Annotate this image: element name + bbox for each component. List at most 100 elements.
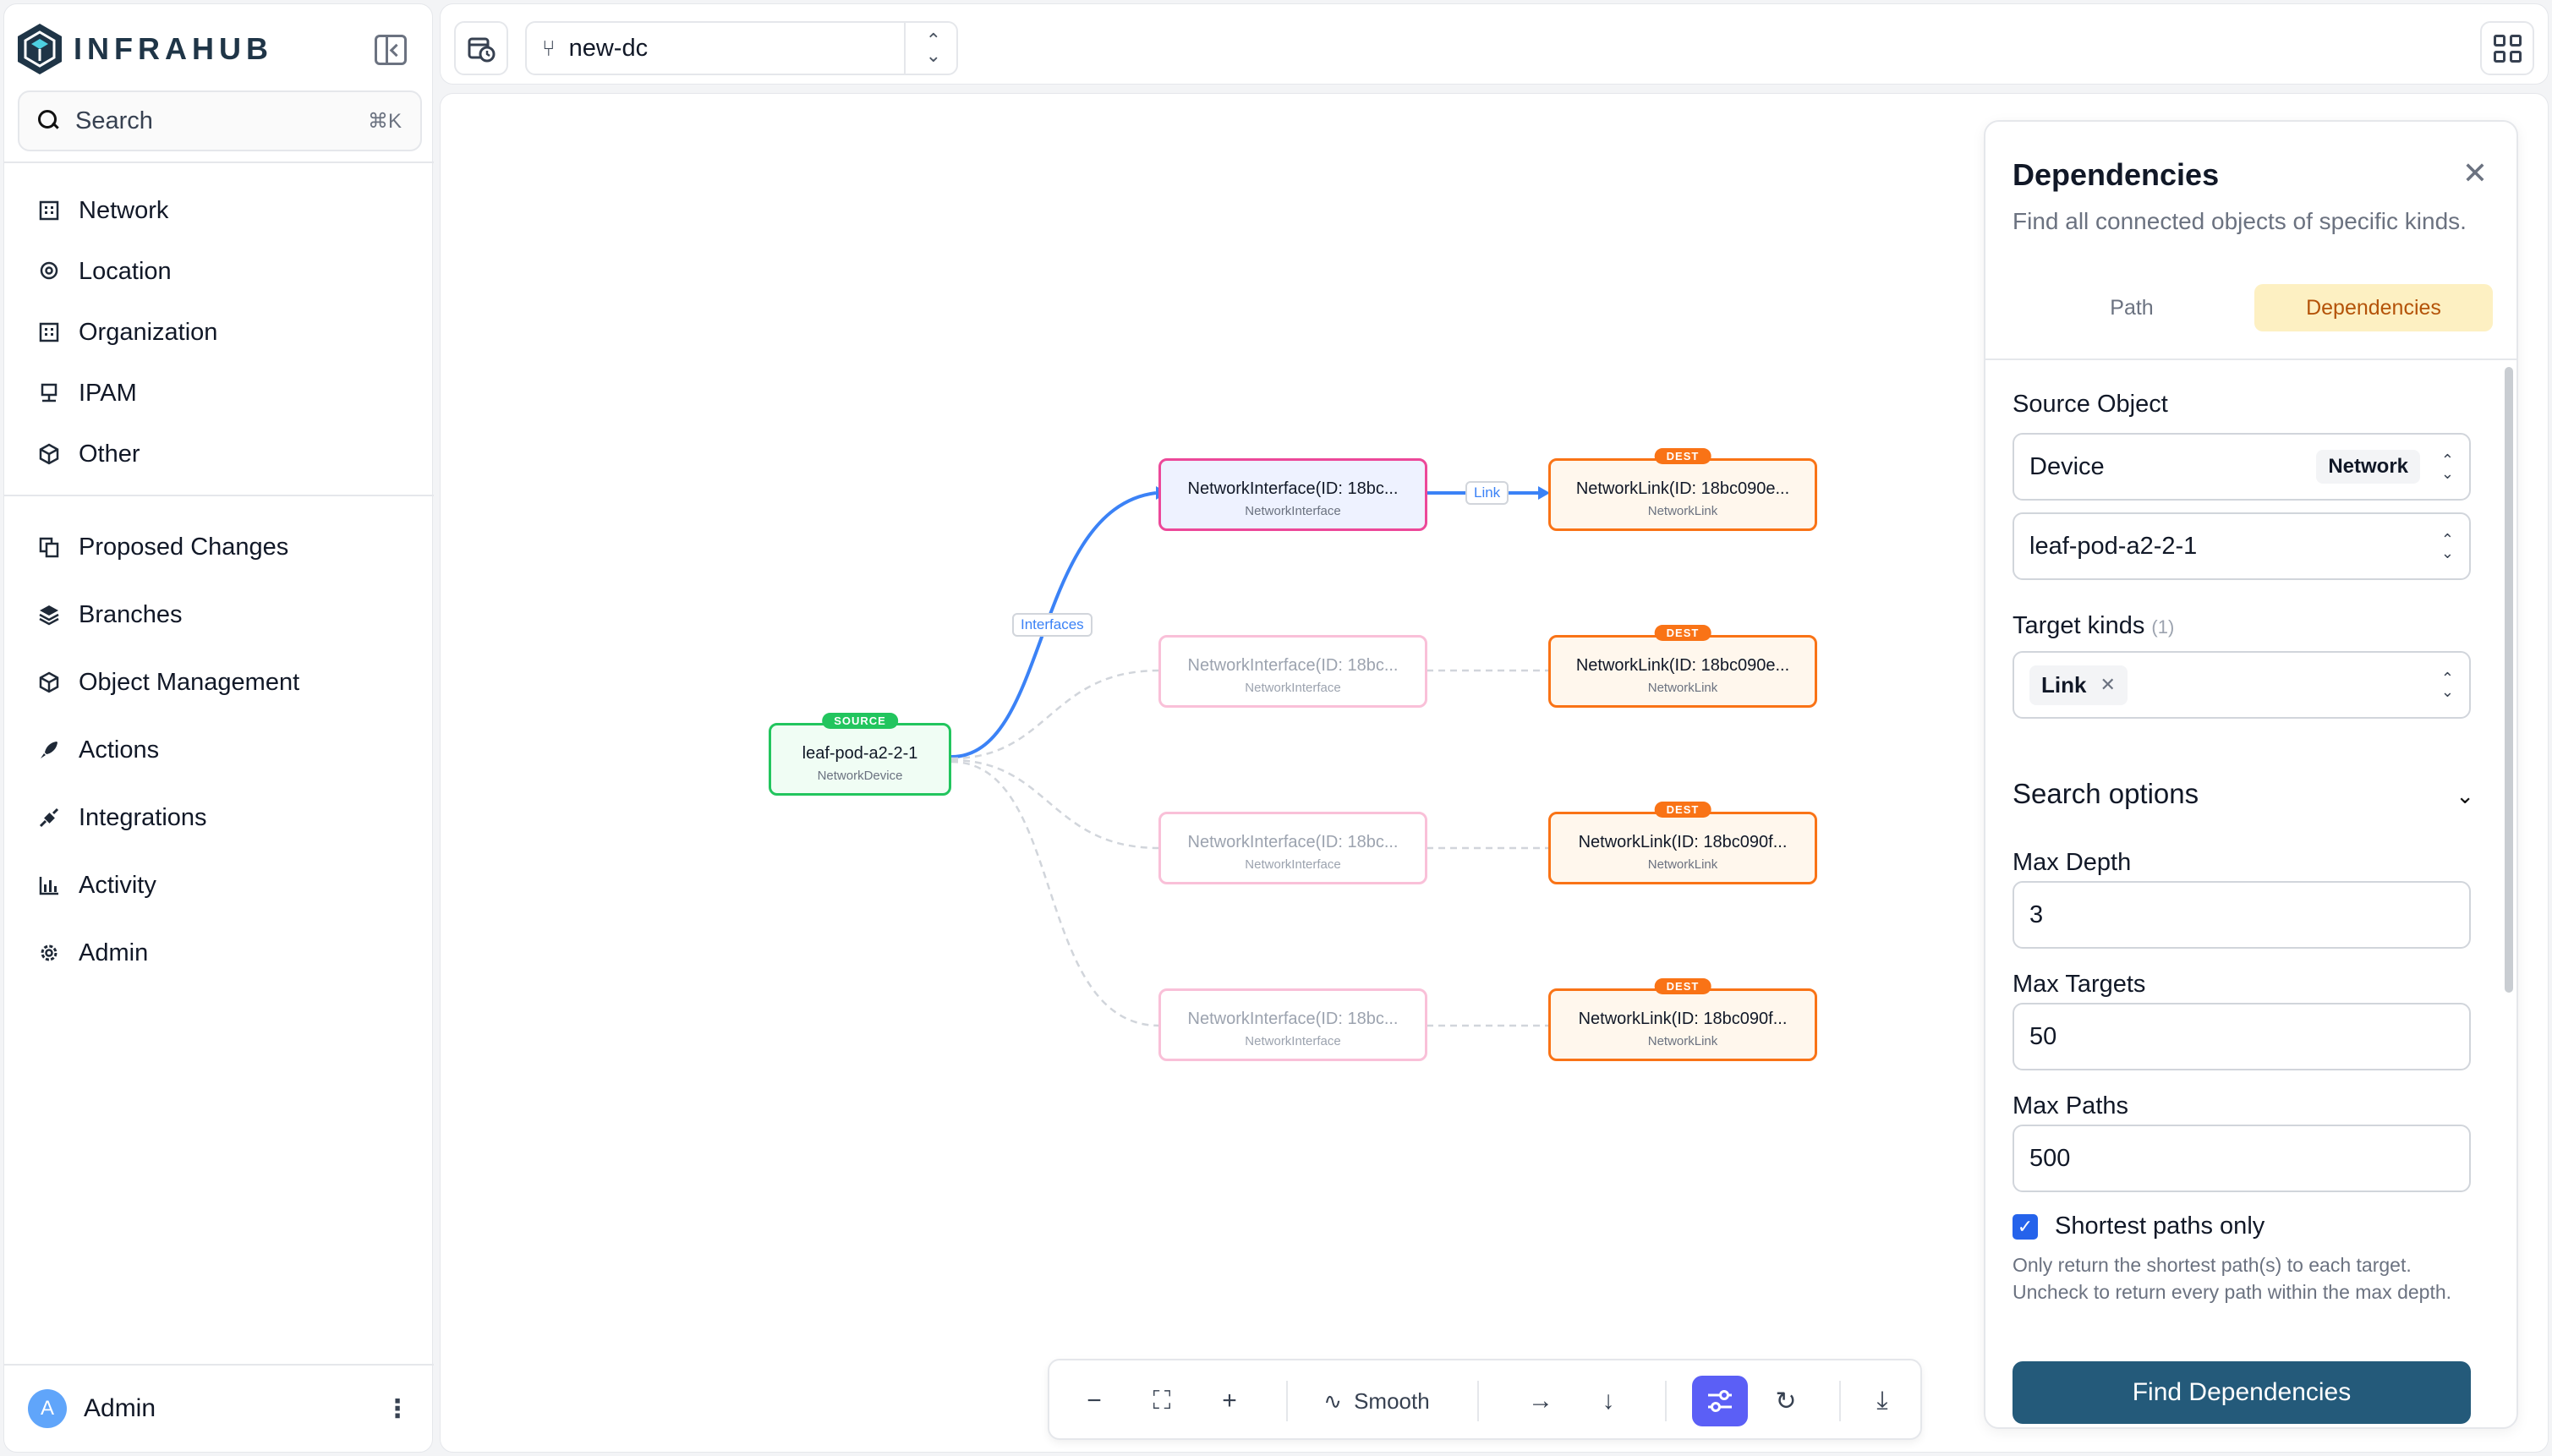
source-kind-select[interactable]: Device Network ⌃ ⌄ [2013, 433, 2471, 501]
find-dependencies-button[interactable]: Find Dependencies [2013, 1361, 2471, 1424]
dest-node[interactable]: DEST NetworkLink(ID: 18bc090e... Network… [1548, 448, 1817, 531]
map-pin-icon [36, 259, 62, 284]
sidebar-item-location[interactable]: Location [4, 241, 434, 302]
sidebar-item-label: Actions [79, 736, 160, 764]
max-targets-input[interactable]: 50 [2013, 1003, 2471, 1070]
sidebar-item-label: Organization [79, 318, 218, 346]
max-paths-label: Max Paths [2013, 1092, 2128, 1119]
node-title: NetworkInterface(ID: 18bc... [1187, 479, 1399, 498]
max-paths-input[interactable]: 500 [2013, 1125, 2471, 1192]
dest-node[interactable]: DEST NetworkLink(ID: 18bc090f... Network… [1548, 802, 1817, 884]
fit-view-icon[interactable]: ⛶ [1137, 1376, 1186, 1426]
panel-tabs: Path Dependencies [2013, 284, 2493, 331]
panel-title: Dependencies [2013, 157, 2220, 192]
shortest-paths-checkbox[interactable]: ✓ [2013, 1214, 2038, 1240]
source-kind-value: Device [2029, 452, 2105, 480]
zoom-out-icon[interactable]: − [1070, 1376, 1119, 1426]
target-kinds-label: Target kinds (1) [2013, 612, 2174, 640]
chevron-up-down-icon: ⌃ ⌄ [2440, 531, 2454, 561]
user-name: Admin [84, 1394, 156, 1422]
user-menu[interactable]: A Admin ⋮ [4, 1364, 434, 1452]
arrow-down-icon[interactable]: ↓ [1584, 1376, 1633, 1426]
tab-path[interactable]: Path [2013, 284, 2251, 331]
smooth-edges-button[interactable]: ∿ Smooth [1313, 1376, 1440, 1426]
tab-dependencies[interactable]: Dependencies [2254, 284, 2493, 331]
node-title: NetworkLink(ID: 18bc090f... [1578, 833, 1788, 851]
filter-settings-icon[interactable] [1692, 1376, 1748, 1426]
source-object-value: leaf-pod-a2-2-1 [2029, 532, 2198, 560]
sidebar-item-label: IPAM [79, 379, 137, 407]
branch-selector[interactable]: ⑂ new-dc ⌃ ⌄ [525, 21, 958, 75]
sidebar-item-other[interactable]: Other [4, 424, 434, 484]
interface-node[interactable]: NetworkInterface(ID: 18bc... NetworkInte… [1158, 988, 1427, 1061]
sidebar-item-object-management[interactable]: Object Management [4, 649, 434, 716]
bar-chart-icon [36, 873, 62, 898]
node-title: NetworkInterface(ID: 18bc... [1187, 833, 1399, 851]
max-depth-input[interactable]: 3 [2013, 881, 2471, 949]
sidebar-item-integrations[interactable]: Integrations [4, 784, 434, 851]
target-kinds-count: (1) [2151, 616, 2175, 638]
node-title: NetworkInterface(ID: 18bc... [1187, 656, 1399, 675]
branch-name: new-dc [568, 34, 649, 62]
sidebar-item-admin[interactable]: Admin [4, 919, 434, 987]
divider [4, 495, 434, 496]
sidebar-item-actions[interactable]: Actions [4, 716, 434, 784]
sidebar-item-proposed-changes[interactable]: Proposed Changes [4, 513, 434, 581]
sidebar-item-activity[interactable]: Activity [4, 851, 434, 919]
source-node[interactable]: SOURCE leaf-pod-a2-2-1 NetworkDevice [769, 713, 951, 796]
more-vertical-icon[interactable]: ⋮ [385, 1394, 410, 1424]
divider [1665, 1381, 1667, 1421]
sidebar-item-network[interactable]: Network [4, 180, 434, 241]
collapse-sidebar-icon[interactable] [375, 35, 407, 65]
dest-node[interactable]: DEST NetworkLink(ID: 18bc090e... Network… [1548, 625, 1817, 708]
interface-node[interactable]: NetworkInterface(ID: 18bc... NetworkInte… [1158, 635, 1427, 708]
divider [1839, 1381, 1841, 1421]
sidebar-item-organization[interactable]: Organization [4, 302, 434, 363]
search-shortcut: ⌘K [367, 109, 402, 133]
rocket-icon [36, 737, 62, 763]
target-kinds-select[interactable]: Link ✕ ⌃ ⌄ [2013, 651, 2471, 719]
search-options-toggle[interactable]: Search options [2013, 778, 2199, 810]
curve-icon: ∿ [1323, 1388, 1343, 1414]
close-icon[interactable]: ✕ [2462, 156, 2488, 191]
chevron-up-down-icon[interactable]: ⌃ ⌄ [926, 31, 941, 65]
source-object-select[interactable]: leaf-pod-a2-2-1 ⌃ ⌄ [2013, 512, 2471, 580]
search-button[interactable]: Search ⌘K [18, 90, 422, 151]
zoom-in-icon[interactable]: + [1205, 1376, 1254, 1426]
sidebar-item-label: Location [79, 257, 172, 285]
nav-secondary: Proposed Changes Branches Object Managem… [4, 513, 434, 987]
divider [4, 161, 434, 163]
sidebar-item-ipam[interactable]: IPAM [4, 363, 434, 424]
apps-grid-icon[interactable] [2480, 21, 2534, 75]
git-compare-icon [36, 534, 62, 560]
layers-icon [36, 602, 62, 627]
dest-badge: DEST [1654, 978, 1711, 994]
remove-chip-icon[interactable]: ✕ [2100, 674, 2115, 696]
interface-node[interactable]: NetworkInterface(ID: 18bc... NetworkInte… [1158, 812, 1427, 884]
arrow-right-icon[interactable]: → [1516, 1376, 1565, 1426]
chevron-up-down-icon: ⌃ ⌄ [2440, 452, 2454, 482]
chevron-down-icon[interactable]: ⌄ [2456, 783, 2474, 809]
download-icon[interactable]: ⤓ [1858, 1376, 1907, 1426]
namespace-badge: Network [2316, 450, 2420, 484]
node-kind: NetworkLink [1647, 1034, 1718, 1048]
sidebar-item-label: Integrations [79, 803, 207, 831]
sidebar-item-branches[interactable]: Branches [4, 581, 434, 649]
refresh-icon[interactable]: ↻ [1761, 1376, 1810, 1426]
sidebar-item-label: Network [79, 196, 169, 224]
search-icon [38, 110, 60, 132]
sidebar-item-label: Activity [79, 871, 156, 899]
divider [1985, 359, 2516, 360]
sidebar-item-label: Admin [79, 939, 149, 966]
node-title: NetworkLink(ID: 18bc090f... [1578, 1010, 1788, 1028]
node-title: NetworkLink(ID: 18bc090e... [1575, 656, 1790, 675]
divider [1286, 1381, 1288, 1421]
node-kind: NetworkInterface [1245, 681, 1341, 695]
panel-scrollbar[interactable] [2505, 367, 2513, 993]
interface-node[interactable]: NetworkInterface(ID: 18bc... NetworkInte… [1158, 458, 1427, 531]
dependencies-panel: Dependencies ✕ Find all connected object… [1984, 120, 2518, 1429]
dest-node[interactable]: DEST NetworkLink(ID: 18bc090f... Network… [1548, 978, 1817, 1061]
brand[interactable]: INFRAHUB [16, 19, 273, 79]
node-kind: NetworkLink [1647, 504, 1718, 518]
calendar-clock-icon[interactable] [454, 21, 508, 75]
